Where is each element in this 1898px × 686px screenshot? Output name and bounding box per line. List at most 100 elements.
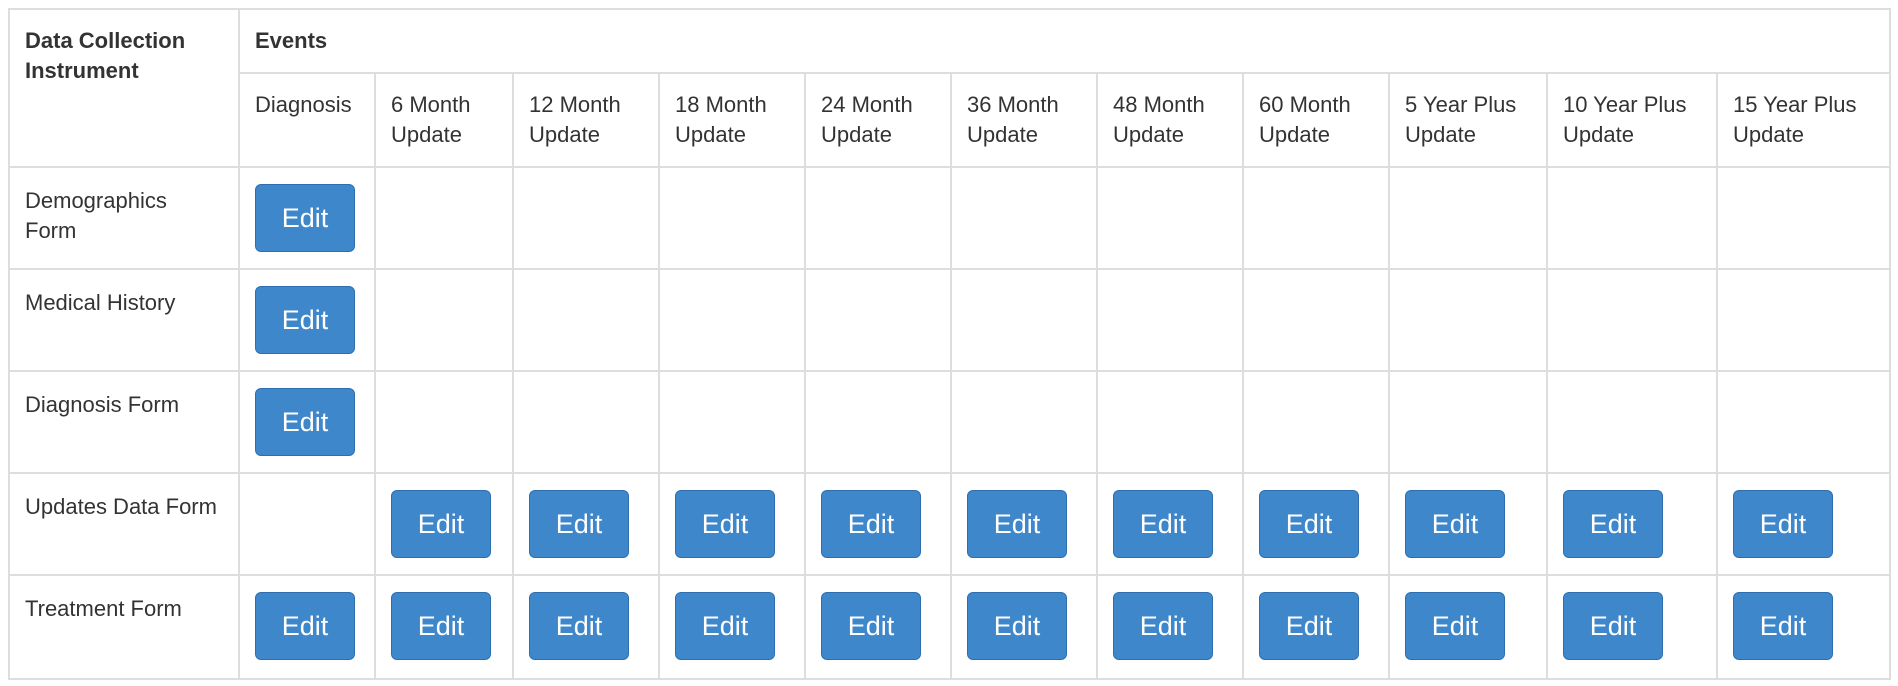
instrument-row: Diagnosis Form Edit (8, 370, 1891, 474)
edit-button[interactable]: Edit (1563, 490, 1663, 558)
event-cell (658, 268, 806, 372)
event-cell: Edit (1546, 472, 1718, 576)
instrument-name: Updates Data Form (8, 472, 240, 576)
event-cell (374, 166, 514, 270)
event-cell: Edit (804, 472, 952, 576)
event-cell (1242, 268, 1390, 372)
event-cell (512, 370, 660, 474)
event-cell (374, 370, 514, 474)
event-cell: Edit (804, 574, 952, 680)
event-cell (1716, 268, 1891, 372)
event-column-header: 36 Month Update (950, 72, 1098, 168)
edit-button[interactable]: Edit (1733, 592, 1833, 660)
event-cell: Edit (1242, 472, 1390, 576)
event-cell: Edit (1388, 574, 1548, 680)
event-cell (1716, 166, 1891, 270)
event-cell (1546, 268, 1718, 372)
event-column-header: 12 Month Update (512, 72, 660, 168)
event-cell: Edit (1716, 574, 1891, 680)
edit-button[interactable]: Edit (255, 184, 355, 252)
event-cell (950, 166, 1098, 270)
header-row-top: Data Collection Instrument Events (8, 8, 1891, 168)
event-cell: Edit (1716, 472, 1891, 576)
event-column-header: 24 Month Update (804, 72, 952, 168)
instrument-row: Updates Data Form Edit Edit Edit Edit Edit Edi… (8, 472, 1891, 576)
event-cell: Edit (950, 472, 1098, 576)
event-cell: Edit (1546, 574, 1718, 680)
event-cell (238, 472, 376, 576)
event-cell (1096, 166, 1244, 270)
event-cell (512, 268, 660, 372)
event-cell: Edit (238, 166, 376, 270)
edit-button[interactable]: Edit (255, 286, 355, 354)
event-column-header: 5 Year Plus Update (1388, 72, 1548, 168)
instrument-name: Demographics Form (8, 166, 240, 270)
event-cell: Edit (1388, 472, 1548, 576)
edit-button[interactable]: Edit (675, 592, 775, 660)
event-cell (512, 166, 660, 270)
event-column-header: 10 Year Plus Update (1546, 72, 1718, 168)
edit-button[interactable]: Edit (391, 592, 491, 660)
event-column-header: 60 Month Update (1242, 72, 1390, 168)
edit-button[interactable]: Edit (1259, 490, 1359, 558)
edit-button[interactable]: Edit (1405, 490, 1505, 558)
instrument-name: Diagnosis Form (8, 370, 240, 474)
edit-button[interactable]: Edit (675, 490, 775, 558)
instrument-row: Medical History Edit (8, 268, 1891, 372)
event-cell: Edit (512, 574, 660, 680)
instrument-row: Demographics Form Edit (8, 166, 1891, 270)
event-cell (1388, 268, 1548, 372)
event-cell: Edit (950, 574, 1098, 680)
edit-button[interactable]: Edit (255, 592, 355, 660)
event-cell: Edit (238, 574, 376, 680)
event-cell (374, 268, 514, 372)
edit-button[interactable]: Edit (1733, 490, 1833, 558)
edit-button[interactable]: Edit (255, 388, 355, 456)
event-cell: Edit (374, 574, 514, 680)
instrument-name: Treatment Form (8, 574, 240, 680)
edit-button[interactable]: Edit (1113, 490, 1213, 558)
event-column-header: 6 Month Update (374, 72, 514, 168)
event-cell: Edit (238, 370, 376, 474)
event-cell: Edit (1096, 574, 1244, 680)
edit-button[interactable]: Edit (1259, 592, 1359, 660)
event-cell (1546, 370, 1718, 474)
instrument-column-header: Data Collection Instrument (8, 8, 240, 168)
instrument-row: Treatment Form Edit Edit Edit Edit Edit Edit Ed… (8, 574, 1891, 680)
event-cell (1096, 268, 1244, 372)
event-column-header: Diagnosis (238, 72, 376, 168)
instrument-name: Medical History (8, 268, 240, 372)
event-cell: Edit (1096, 472, 1244, 576)
event-cell (1096, 370, 1244, 474)
edit-button[interactable]: Edit (1563, 592, 1663, 660)
edit-button[interactable]: Edit (967, 592, 1067, 660)
event-cell: Edit (512, 472, 660, 576)
event-cell (1388, 370, 1548, 474)
event-cell (950, 268, 1098, 372)
event-cell (804, 268, 952, 372)
event-cell (950, 370, 1098, 474)
event-column-header: 15 Year Plus Update (1716, 72, 1891, 168)
instrument-event-grid: Data Collection Instrument Events Diagno… (8, 8, 1891, 680)
event-cell (1242, 166, 1390, 270)
edit-button[interactable]: Edit (967, 490, 1067, 558)
event-cell (1388, 166, 1548, 270)
edit-button[interactable]: Edit (1113, 592, 1213, 660)
edit-button[interactable]: Edit (391, 490, 491, 558)
event-column-header: 18 Month Update (658, 72, 806, 168)
instrument-event-table: Data Collection Instrument Events Diagno… (8, 8, 1891, 680)
grid-body: Demographics Form Edit Medical History Edit… (8, 166, 1891, 680)
event-cell: Edit (658, 574, 806, 680)
event-cell (1242, 370, 1390, 474)
edit-button[interactable]: Edit (821, 592, 921, 660)
edit-button[interactable]: Edit (529, 490, 629, 558)
event-cell: Edit (238, 268, 376, 372)
event-cell (804, 370, 952, 474)
edit-button[interactable]: Edit (821, 490, 921, 558)
events-header: Events (238, 8, 1891, 74)
event-cell: Edit (658, 472, 806, 576)
event-column-header: 48 Month Update (1096, 72, 1244, 168)
edit-button[interactable]: Edit (529, 592, 629, 660)
event-cell: Edit (374, 472, 514, 576)
edit-button[interactable]: Edit (1405, 592, 1505, 660)
